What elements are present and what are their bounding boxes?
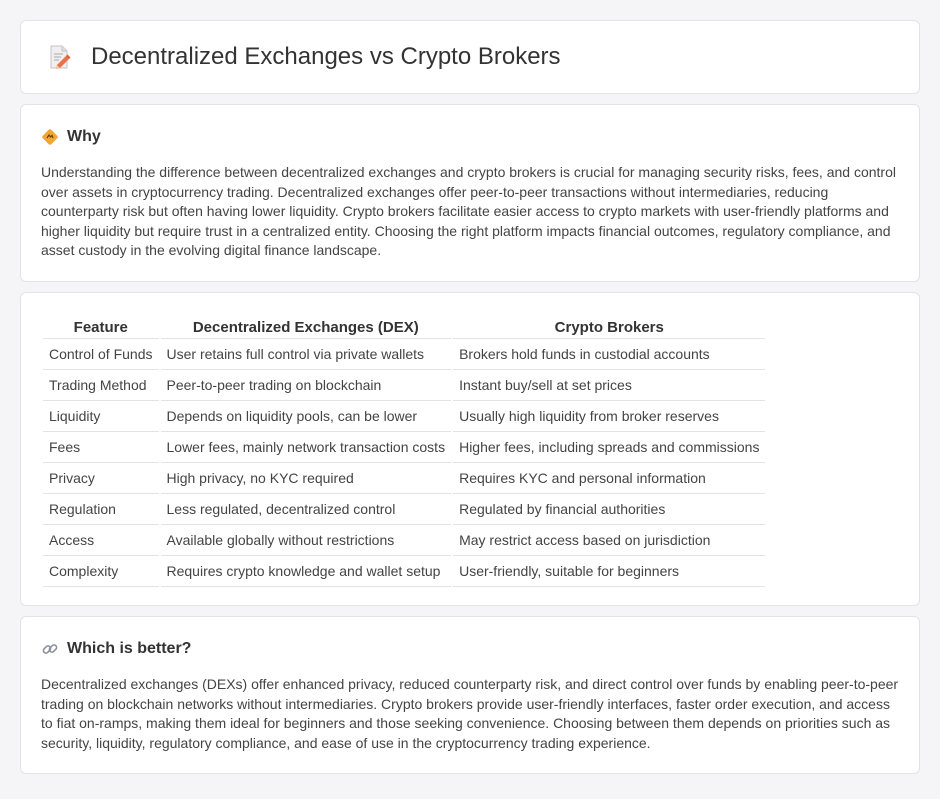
table-cell: May restrict access based on jurisdictio… — [453, 525, 766, 556]
link-icon — [42, 644, 58, 654]
table-cell: Available globally without restrictions — [160, 525, 452, 556]
better-text: Decentralized exchanges (DEXs) offer enh… — [41, 676, 899, 751]
table-cell: Less regulated, decentralized control — [160, 494, 452, 525]
table-cell: Usually high liquidity from broker reser… — [453, 401, 766, 432]
comparison-table-card: Feature Decentralized Exchanges (DEX) Cr… — [20, 292, 920, 606]
column-header: Decentralized Exchanges (DEX) — [160, 313, 452, 339]
table-cell: Depends on liquidity pools, can be lower — [160, 401, 452, 432]
why-heading: Why — [67, 128, 101, 145]
table-header-row: Feature Decentralized Exchanges (DEX) Cr… — [43, 313, 766, 339]
table-row: Access Available globally without restri… — [43, 525, 766, 556]
table-cell: Requires crypto knowledge and wallet set… — [160, 556, 452, 587]
table-cell: Instant buy/sell at set prices — [453, 370, 766, 401]
table-cell: Regulation — [43, 494, 159, 525]
page-title: Decentralized Exchanges vs Crypto Broker… — [91, 43, 561, 70]
table-row: Fees Lower fees, mainly network transact… — [43, 432, 766, 463]
table-cell: User retains full control via private wa… — [160, 339, 452, 370]
table-row: Liquidity Depends on liquidity pools, ca… — [43, 401, 766, 432]
better-heading: Which is better? — [67, 640, 192, 657]
column-header: Crypto Brokers — [453, 313, 766, 339]
table-cell: Peer-to-peer trading on blockchain — [160, 370, 452, 401]
table-cell: Privacy — [43, 463, 159, 494]
table-cell: Liquidity — [43, 401, 159, 432]
table-cell: Control of Funds — [43, 339, 159, 370]
which-is-better-section: Which is better? Decentralized exchanges… — [20, 616, 920, 774]
table-cell: Brokers hold funds in custodial accounts — [453, 339, 766, 370]
table-row: Privacy High privacy, no KYC required Re… — [43, 463, 766, 494]
table-row: Regulation Less regulated, decentralized… — [43, 494, 766, 525]
title-card: Decentralized Exchanges vs Crypto Broker… — [20, 20, 920, 94]
table-cell: Trading Method — [43, 370, 159, 401]
why-text: Understanding the difference between dec… — [41, 164, 896, 258]
table-cell: Higher fees, including spreads and commi… — [453, 432, 766, 463]
why-section: Why Understanding the difference between… — [20, 104, 920, 282]
table-cell: Requires KYC and personal information — [453, 463, 766, 494]
table-cell: Fees — [43, 432, 159, 463]
table-cell: Regulated by financial authorities — [453, 494, 766, 525]
table-row: Complexity Requires crypto knowledge and… — [43, 556, 766, 587]
diamond-sign-icon — [42, 129, 58, 145]
table-row: Control of Funds User retains full contr… — [43, 339, 766, 370]
table-cell: Lower fees, mainly network transaction c… — [160, 432, 452, 463]
table-row: Trading Method Peer-to-peer trading on b… — [43, 370, 766, 401]
document-pencil-icon — [50, 45, 71, 69]
table-cell: Access — [43, 525, 159, 556]
table-cell: User-friendly, suitable for beginners — [453, 556, 766, 587]
comparison-table: Feature Decentralized Exchanges (DEX) Cr… — [41, 313, 767, 587]
column-header: Feature — [43, 313, 159, 339]
table-cell: High privacy, no KYC required — [160, 463, 452, 494]
table-cell: Complexity — [43, 556, 159, 587]
